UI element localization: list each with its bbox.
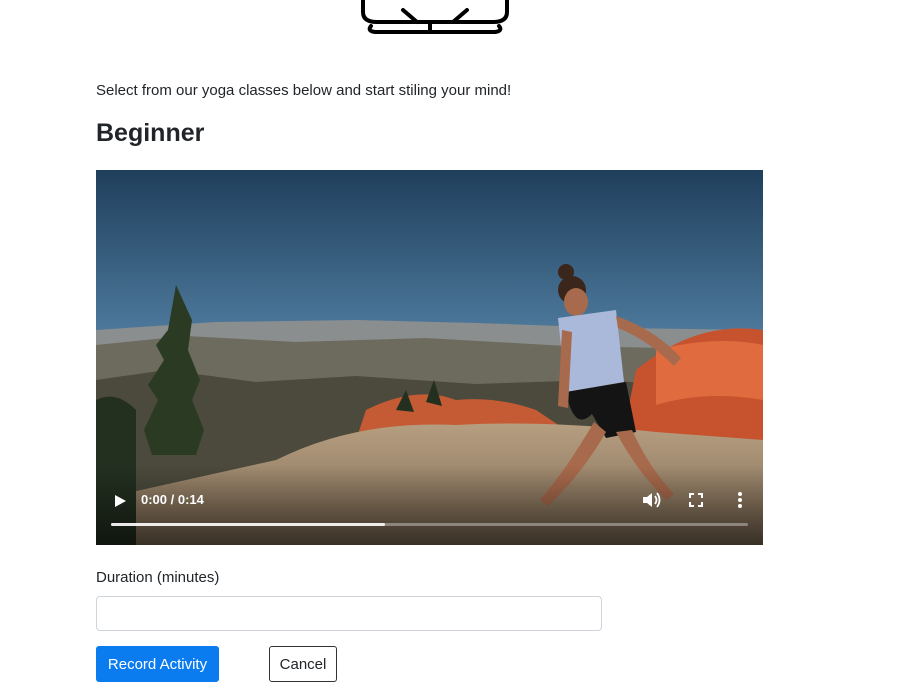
volume-icon[interactable] xyxy=(640,490,662,510)
intro-text: Select from our yoga classes below and s… xyxy=(96,82,512,99)
record-activity-button[interactable]: Record Activity xyxy=(96,646,219,682)
cancel-button[interactable]: Cancel xyxy=(269,646,337,682)
video-progress-bar[interactable] xyxy=(111,523,748,526)
duration-input[interactable] xyxy=(96,596,602,631)
video-progress-fill xyxy=(111,523,385,526)
video-time-display: 0:00 / 0:14 xyxy=(141,492,204,507)
duration-label: Duration (minutes) xyxy=(96,569,220,586)
fullscreen-icon[interactable] xyxy=(686,490,706,510)
yoga-logo-icon xyxy=(361,0,509,34)
class-level-title: Beginner xyxy=(96,119,205,147)
play-icon[interactable] xyxy=(110,491,130,511)
yoga-video-player[interactable]: 0:00 / 0:14 xyxy=(96,170,763,545)
more-options-icon[interactable] xyxy=(732,490,748,510)
